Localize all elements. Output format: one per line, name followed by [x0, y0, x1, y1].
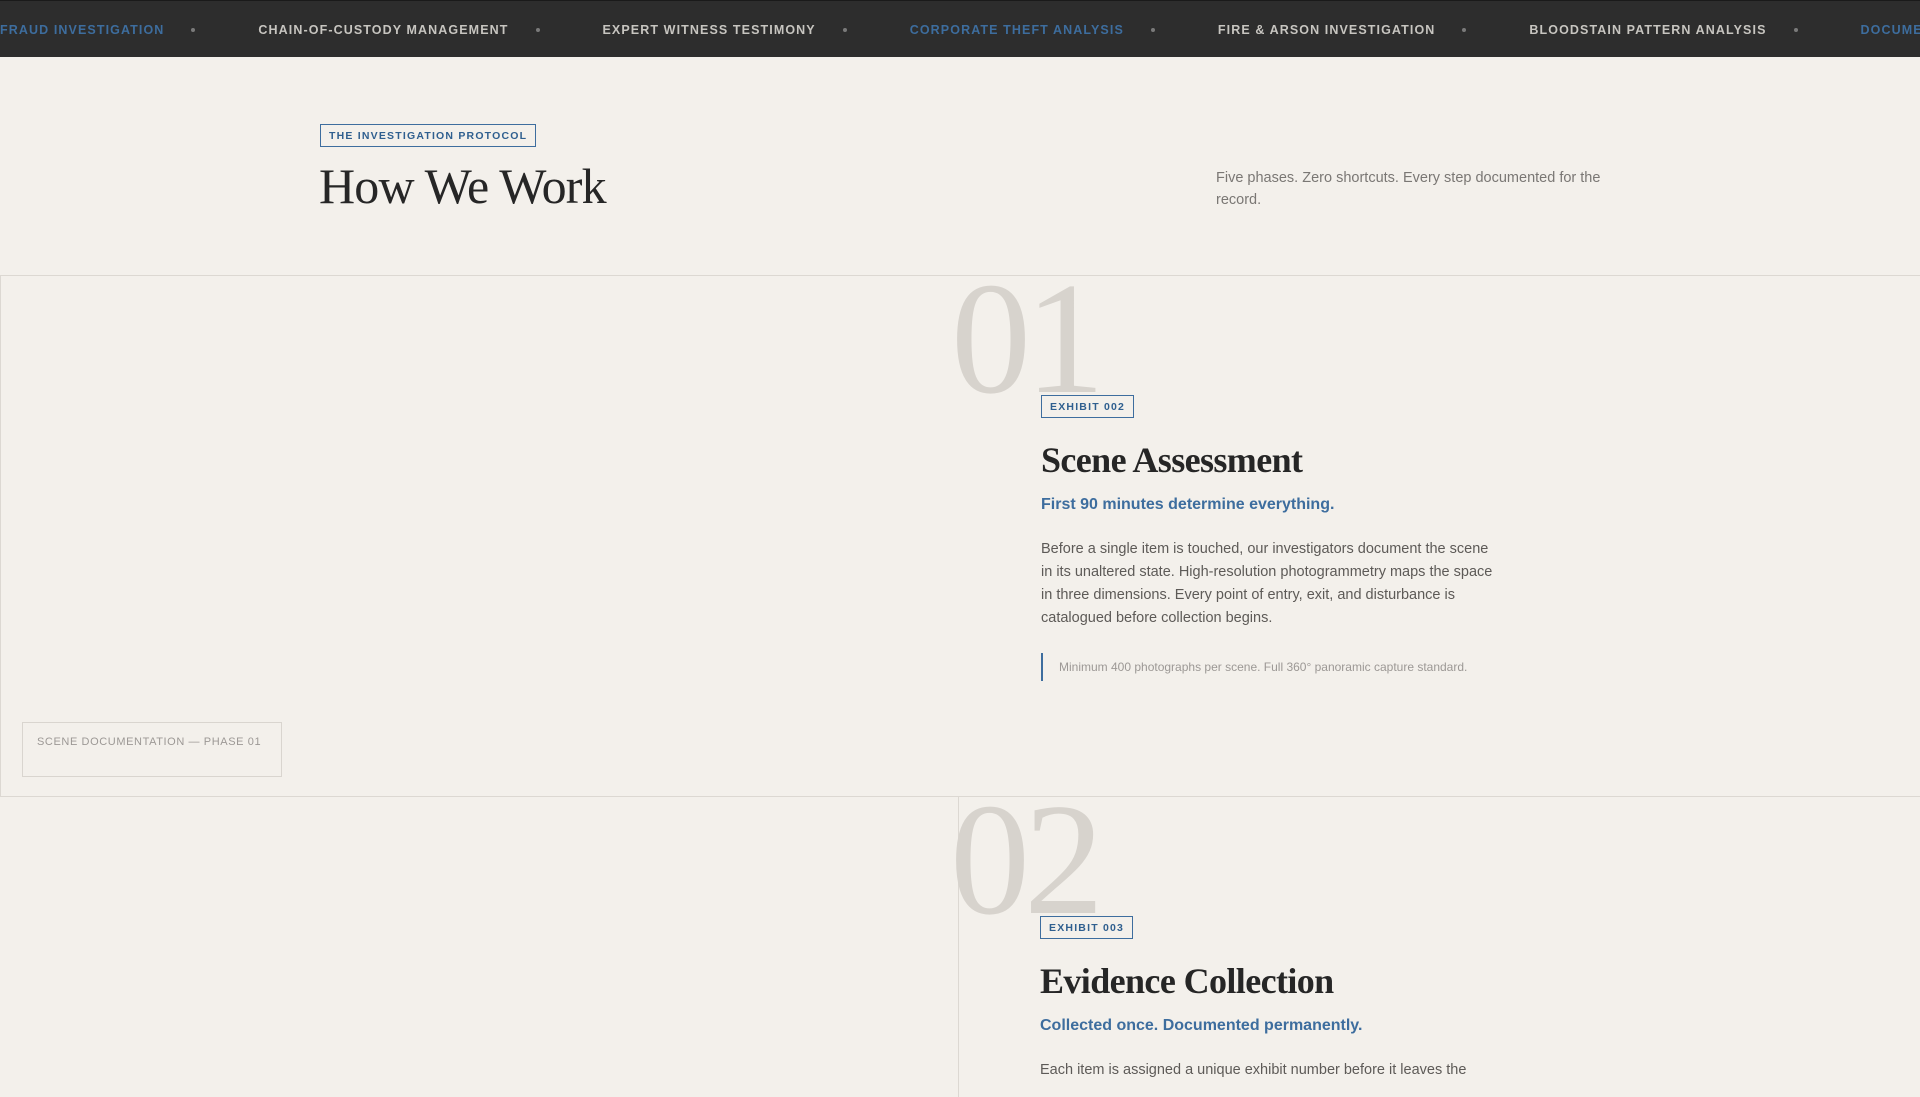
ticker-item: Fire & Arson Investigation	[1217, 22, 1436, 37]
phase-02: 02 Exhibit 003 Evidence Collection Colle…	[0, 779, 1920, 1097]
exhibit-tag: Exhibit 002	[1041, 395, 1135, 418]
section-header: The Investigation Protocol How We Work F…	[0, 57, 1920, 275]
phase-lead: First 90 minutes determine everything.	[1041, 496, 1335, 513]
phase-title: Evidence Collection	[1040, 961, 1334, 1001]
ticker-track: Fraud Investigation Chain-of-Custody Mana…	[0, 1, 1920, 57]
services-ticker: Fraud Investigation Chain-of-Custody Mana…	[0, 0, 1920, 57]
bullet-dot-icon	[842, 27, 847, 32]
page-subtitle: Five phases. Zero shortcuts. Every step …	[1216, 170, 1601, 208]
exhibit-tag: Exhibit 003	[1040, 916, 1134, 939]
page-title: How We Work	[319, 158, 607, 214]
bullet-dot-icon	[1150, 27, 1155, 32]
ticker-item: Bloodstain Pattern Analysis	[1529, 22, 1767, 37]
phase-body: Each item is assigned a unique exhibit n…	[1040, 1062, 1467, 1078]
bullet-dot-icon	[535, 27, 540, 32]
bullet-dot-icon	[1793, 27, 1798, 32]
bullet-dot-icon	[191, 27, 196, 32]
phase-lead: Collected once. Documented permanently.	[1040, 1017, 1363, 1034]
ticker-item: Chain-of-Custody Management	[258, 22, 509, 37]
phase-number: 01	[951, 249, 1105, 427]
phase-number: 02	[950, 770, 1104, 948]
phase-body: Before a single item is touched, our inv…	[1041, 541, 1493, 626]
ticker-item: Document Examination	[1860, 22, 1920, 37]
phase-note: Minimum 400 photographs per scene. Full …	[1041, 653, 1467, 681]
ticker-item: Fraud Investigation	[0, 22, 165, 37]
phase-01: 01 Exhibit 002 Scene Assessment First 90…	[0, 258, 1920, 797]
photo-caption: Scene Documentation — Phase 01	[22, 722, 282, 777]
ticker-item: Corporate Theft Analysis	[909, 22, 1124, 37]
phase-title: Scene Assessment	[1041, 440, 1303, 480]
bullet-dot-icon	[1462, 27, 1467, 32]
section-tag: The Investigation Protocol	[320, 124, 537, 147]
ticker-item: Expert Witness Testimony	[602, 22, 816, 37]
